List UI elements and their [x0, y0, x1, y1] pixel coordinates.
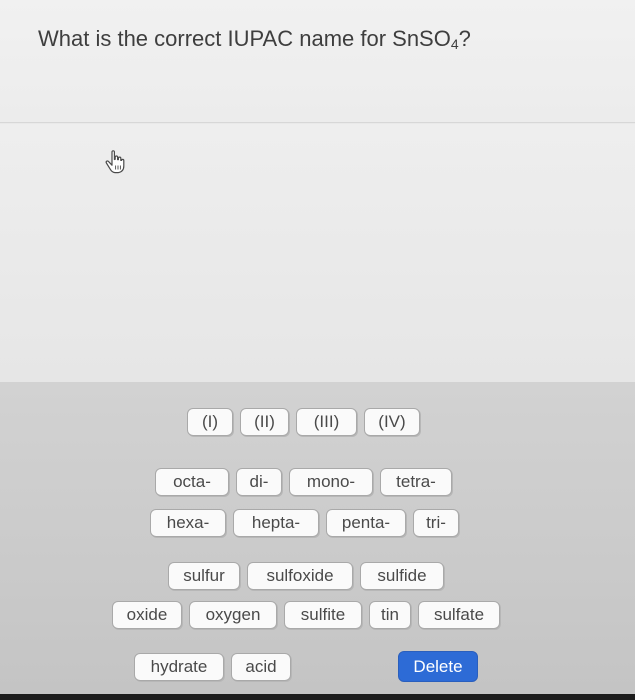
tile-sulfur[interactable]: sulfur [168, 562, 240, 590]
tile-tray: (I) (II) (III) (IV) octa- di- mono- tetr… [0, 382, 635, 694]
bottom-edge [0, 694, 635, 700]
tile-sulfide[interactable]: sulfide [360, 562, 444, 590]
tile-hydrate[interactable]: hydrate [134, 653, 224, 681]
question-subscript: 4 [450, 36, 459, 52]
tile-prefix-tetra[interactable]: tetra- [380, 468, 452, 496]
tile-roman-3[interactable]: (III) [296, 408, 357, 436]
tile-roman-4[interactable]: (IV) [364, 408, 420, 436]
tile-prefix-octa[interactable]: octa- [155, 468, 229, 496]
tile-prefix-hexa[interactable]: hexa- [150, 509, 226, 537]
tile-prefix-di[interactable]: di- [236, 468, 282, 496]
tile-sulfate[interactable]: sulfate [418, 601, 500, 629]
tile-roman-2[interactable]: (II) [240, 408, 289, 436]
question-area: What is the correct IUPAC name for SnSO4… [0, 0, 635, 123]
answer-area[interactable] [0, 124, 635, 382]
question-text: What is the correct IUPAC name for SnSO4… [38, 26, 471, 52]
hand-pointer-icon [105, 150, 125, 174]
tile-roman-1[interactable]: (I) [187, 408, 233, 436]
delete-button[interactable]: Delete [398, 651, 478, 682]
tile-prefix-penta[interactable]: penta- [326, 509, 406, 537]
tile-prefix-tri[interactable]: tri- [413, 509, 459, 537]
tile-oxide[interactable]: oxide [112, 601, 182, 629]
tile-sulfite[interactable]: sulfite [284, 601, 362, 629]
question-suffix: ? [458, 26, 471, 51]
tile-prefix-hepta[interactable]: hepta- [233, 509, 319, 537]
tile-acid[interactable]: acid [231, 653, 291, 681]
tile-tin[interactable]: tin [369, 601, 411, 629]
question-prefix: What is the correct IUPAC name for SnSO [38, 26, 451, 51]
tile-prefix-mono[interactable]: mono- [289, 468, 373, 496]
tile-oxygen[interactable]: oxygen [189, 601, 277, 629]
tile-sulfoxide[interactable]: sulfoxide [247, 562, 353, 590]
